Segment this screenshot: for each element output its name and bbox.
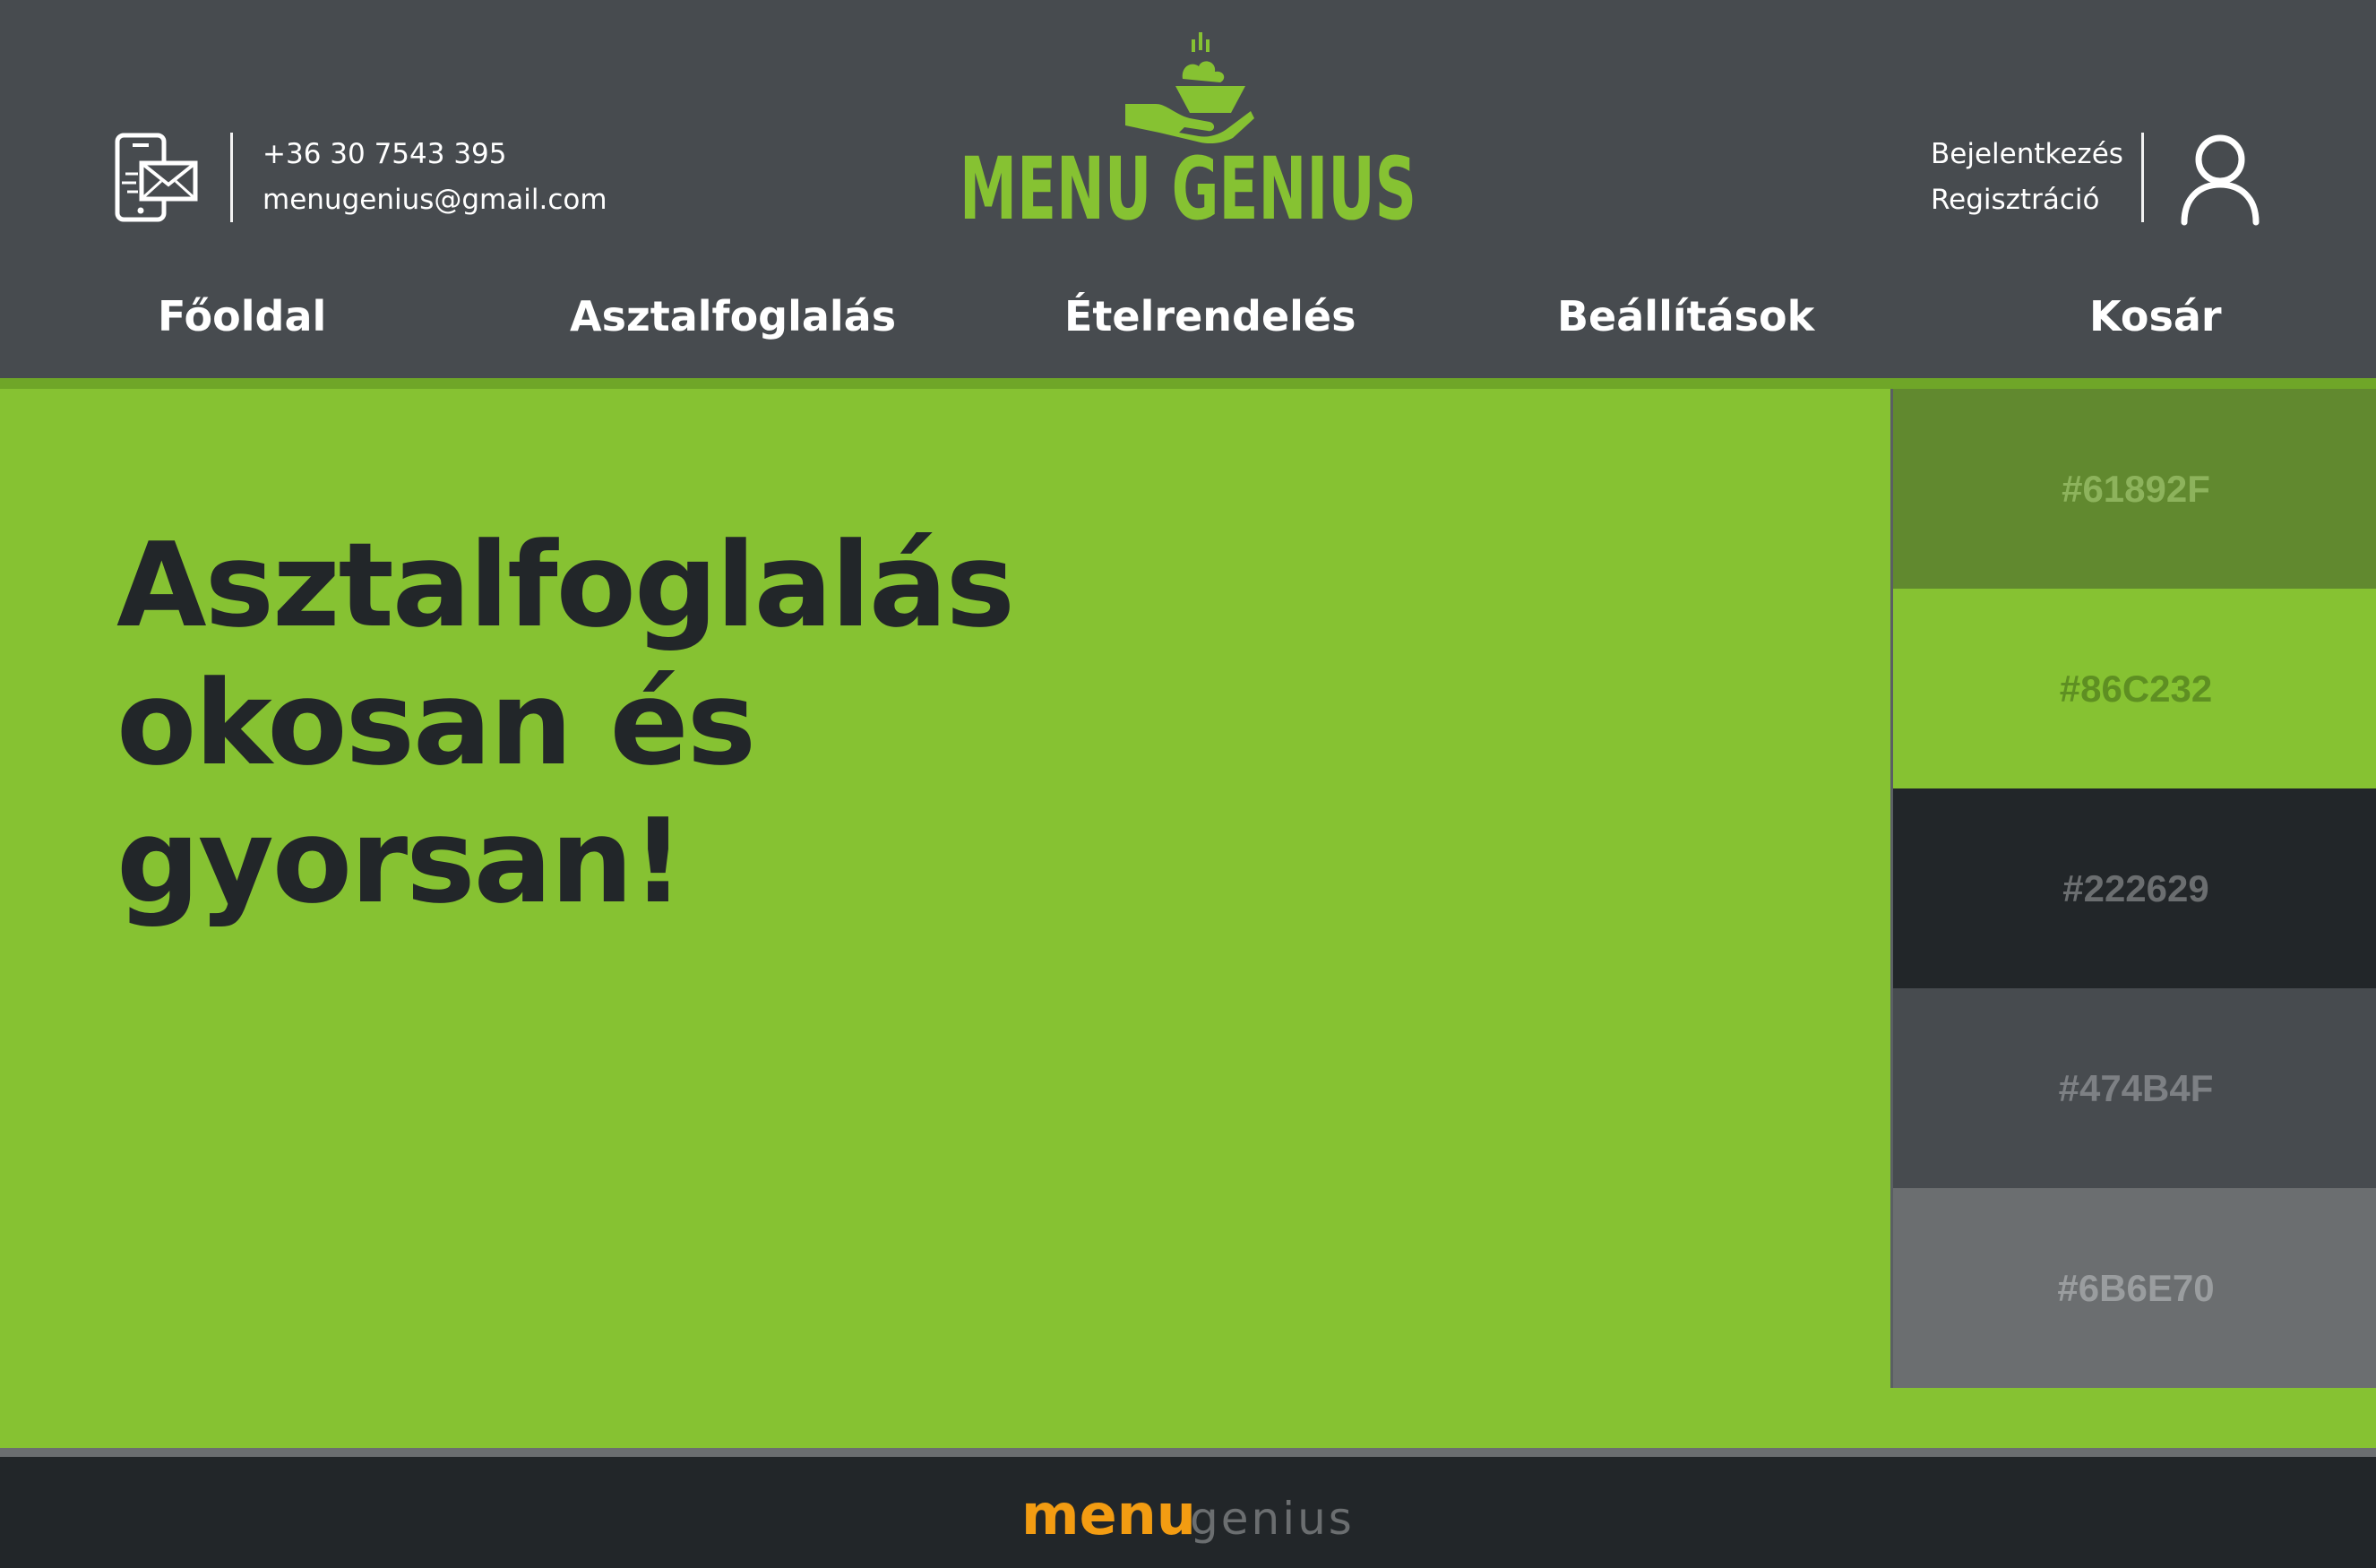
brand-logo-text[interactable]: MENU GENIUS xyxy=(955,136,1421,237)
palette-swatch: #6B6E70 xyxy=(1893,1188,2376,1388)
contact-phone: +36 30 7543 395 xyxy=(263,138,507,170)
phone-mail-icon xyxy=(115,133,198,222)
palette-swatch: #222629 xyxy=(1893,788,2376,988)
user-icon[interactable] xyxy=(2179,133,2261,226)
color-palette: #61892F #86C232 #222629 #474B4F #6B6E70 xyxy=(1890,389,2376,1388)
swatch-label: #61892F xyxy=(2062,467,2210,510)
nav-cart[interactable]: Kosár xyxy=(2089,292,2222,340)
contact-email[interactable]: menugenius@gmail.com xyxy=(263,184,607,216)
hero-title: Asztalfoglalás okosan és gyorsan! xyxy=(116,516,1147,930)
footer-logo[interactable]: menu genius xyxy=(1021,1482,1362,1550)
hero-title-line-3: gyorsan! xyxy=(116,793,684,929)
footer-divider xyxy=(0,1448,2376,1457)
auth-divider xyxy=(2141,133,2144,222)
nav-table-booking[interactable]: Asztalfoglalás xyxy=(570,292,896,340)
nav-food-order[interactable]: Ételrendelés xyxy=(1064,292,1356,340)
site-header: +36 30 7543 395 menugenius@gmail.com MEN… xyxy=(0,0,2376,378)
nav-home[interactable]: Főoldal xyxy=(158,292,326,340)
food-serving-hand-icon xyxy=(1125,32,1254,143)
svg-text:menu: menu xyxy=(1021,1482,1196,1547)
palette-swatch: #474B4F xyxy=(1893,988,2376,1188)
nav-settings[interactable]: Beállítások xyxy=(1557,292,1814,340)
swatch-label: #86C232 xyxy=(2059,667,2213,710)
svg-text:MENU GENIUS: MENU GENIUS xyxy=(960,139,1416,237)
site-footer: menu genius xyxy=(0,1457,2376,1568)
swatch-label: #474B4F xyxy=(2058,1066,2214,1109)
register-link[interactable]: Regisztráció xyxy=(1931,184,2099,216)
palette-swatch: #61892F xyxy=(1893,389,2376,589)
palette-swatch: #86C232 xyxy=(1893,589,2376,788)
hero-title-line-2: okosan és xyxy=(116,655,756,791)
hero-title-line-1: Asztalfoglalás xyxy=(116,517,1015,653)
login-link[interactable]: Bejelentkezés xyxy=(1931,138,2123,170)
svg-text:genius: genius xyxy=(1190,1493,1355,1545)
swatch-label: #6B6E70 xyxy=(2057,1266,2215,1309)
header-divider xyxy=(0,378,2376,389)
contact-divider xyxy=(230,133,233,222)
swatch-label: #222629 xyxy=(2062,866,2209,909)
